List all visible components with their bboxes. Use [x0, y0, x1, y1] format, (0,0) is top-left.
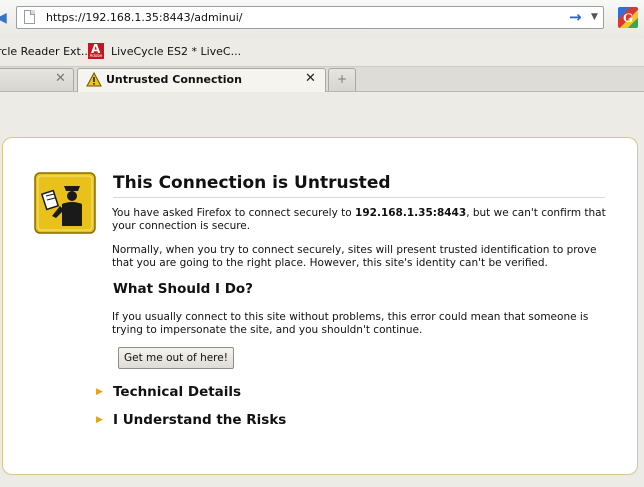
navigation-bar: ◀ https://192.168.1.35:8443/adminui/ → ▼… [0, 0, 644, 38]
get-me-out-button[interactable]: Get me out of here! [118, 347, 234, 369]
what-should-i-do-heading: What Should I Do? [113, 281, 254, 297]
host-text: 192.168.1.35:8443 [355, 207, 467, 219]
url-bar[interactable]: https://192.168.1.35:8443/adminui/ → ▼ [16, 6, 604, 29]
dropdown-icon[interactable]: ▼ [591, 12, 598, 22]
url-input[interactable]: https://192.168.1.35:8443/adminui/ [46, 11, 243, 24]
bookmark-item[interactable]: rcle Reader Ext... [0, 43, 91, 61]
intro-paragraph: You have asked Firefox to connect secure… [112, 207, 607, 232]
bookmark-label: rcle Reader Ext... [0, 45, 92, 58]
technical-details-label: Technical Details [113, 384, 242, 400]
adobe-icon [88, 42, 104, 59]
tab-label: Untrusted Connection [106, 73, 242, 86]
close-icon[interactable]: ✕ [55, 72, 66, 86]
new-tab-button[interactable]: + [328, 68, 356, 91]
bookmarks-toolbar: rcle Reader Ext... LiveCycle ES2 * LiveC… [0, 38, 644, 67]
page-icon [24, 10, 35, 24]
warning-icon [86, 72, 102, 87]
error-container: This Connection is Untrusted You have as… [2, 137, 638, 475]
explanation-paragraph: Normally, when you try to connect secure… [112, 244, 597, 269]
close-icon[interactable]: ✕ [305, 72, 316, 86]
search-engine-icon[interactable]: G [618, 7, 638, 28]
page-title: This Connection is Untrusted [113, 173, 605, 198]
understand-risks-label: I Understand the Risks [113, 412, 287, 428]
bookmark-label: LiveCycle ES2 * LiveC... [111, 45, 242, 58]
security-officer-icon [34, 172, 96, 234]
back-arrow-icon[interactable]: ◀ [0, 11, 7, 25]
advice-paragraph: If you usually connect to this site with… [112, 311, 589, 336]
triangle-right-icon: ▶ [96, 387, 103, 397]
tab-strip: ✕ Untrusted Connection ✕ + [0, 67, 644, 92]
tab-untrusted-connection[interactable]: Untrusted Connection ✕ [77, 68, 326, 92]
intro-text: You have asked Firefox to connect secure… [112, 207, 356, 219]
go-arrow-icon[interactable]: → [569, 8, 582, 26]
triangle-right-icon: ▶ [96, 415, 103, 425]
tab-previous[interactable]: ✕ [0, 68, 74, 91]
